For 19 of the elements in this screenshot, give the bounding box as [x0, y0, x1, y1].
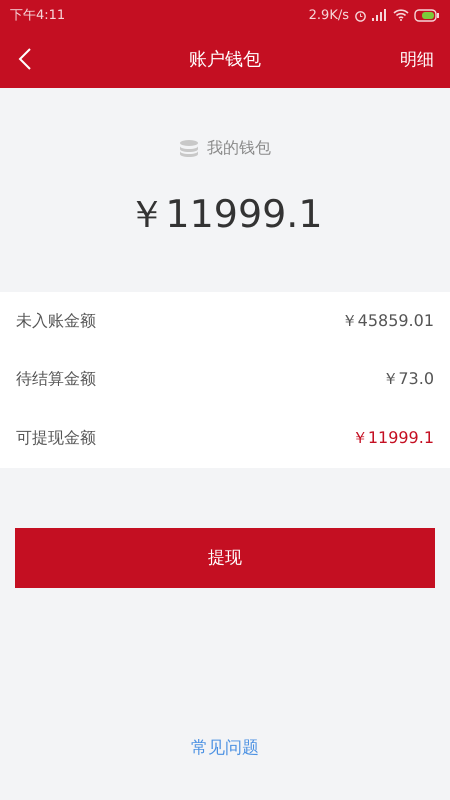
status-time: 下午4:11	[10, 7, 66, 24]
amount-label: 待结算金额	[16, 369, 96, 390]
amount-value: ￥11999.1	[352, 428, 434, 449]
wifi-icon	[393, 9, 409, 21]
wallet-label: 我的钱包	[207, 138, 271, 159]
coins-icon	[179, 138, 199, 158]
back-button[interactable]	[18, 47, 32, 71]
page-title: 账户钱包	[189, 48, 261, 71]
amount-label: 可提现金额	[16, 428, 96, 449]
signal-icon	[372, 9, 388, 21]
amount-label: 未入账金额	[16, 310, 96, 332]
withdraw-button[interactable]: 提现	[15, 528, 435, 588]
network-speed: 2.9K/s	[308, 8, 349, 22]
wallet-balance: ￥11999.1	[127, 191, 323, 238]
battery-icon	[414, 8, 440, 22]
amount-value: ￥45859.01	[342, 310, 434, 332]
amount-value: ￥73.0	[382, 369, 434, 390]
details-link[interactable]: 明细	[400, 48, 434, 70]
alarm-icon	[354, 8, 367, 22]
